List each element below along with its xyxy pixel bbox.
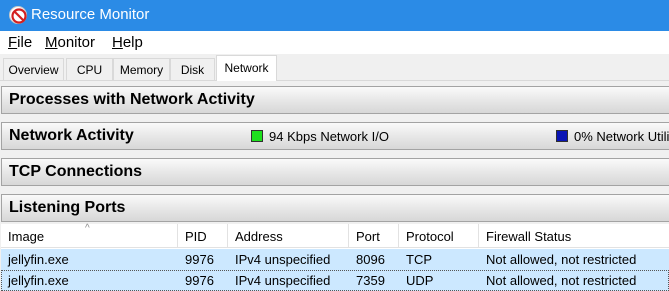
cell-port: 8096	[356, 252, 385, 267]
network-io-label: 94 Kbps Network I/O	[269, 129, 389, 144]
sort-ascending-icon: ^	[85, 223, 90, 234]
tab-disk[interactable]: Disk	[170, 58, 215, 80]
column-header-port[interactable]: Port	[349, 224, 399, 248]
cell-pid: 9976	[185, 252, 214, 267]
cell-address: IPv4 unspecified	[235, 252, 331, 267]
cell-firewall-status: Not allowed, not restricted	[486, 252, 637, 267]
cell-address: IPv4 unspecified	[235, 273, 331, 288]
menu-help[interactable]: Help	[112, 34, 143, 51]
cell-port: 7359	[356, 273, 385, 288]
title-bar: Resource Monitor	[0, 0, 669, 31]
menu-file[interactable]: File	[8, 34, 32, 51]
no-entry-icon[interactable]	[9, 6, 27, 24]
menu-help-label: elp	[122, 34, 143, 51]
column-header-image-label: Image	[8, 229, 45, 244]
cell-firewall-status: Not allowed, not restricted	[486, 273, 637, 288]
window-title: Resource Monitor	[31, 6, 150, 23]
section-processes-title: Processes with Network Activity	[9, 91, 255, 108]
tab-network[interactable]: Network	[216, 55, 277, 81]
column-header-address[interactable]: Address	[228, 224, 349, 248]
section-listening-title: Listening Ports	[9, 199, 126, 216]
cell-protocol: UDP	[406, 273, 434, 288]
column-header-pid[interactable]: PID	[178, 224, 228, 248]
menu-file-label: ile	[17, 34, 33, 51]
section-listening-header[interactable]: Listening Ports	[1, 194, 669, 222]
tab-cpu[interactable]: CPU	[66, 58, 113, 80]
cell-pid: 9976	[185, 273, 214, 288]
cell-image: jellyfin.exe	[8, 252, 69, 267]
menu-monitor-label: onitor	[57, 34, 96, 51]
menu-monitor[interactable]: Monitor	[45, 34, 95, 51]
table-row[interactable]: jellyfin.exe 9976 IPv4 unspecified 7359 …	[1, 270, 669, 291]
table-header: ^ Image PID Address Port Protocol Firewa…	[1, 223, 669, 248]
menu-help-accel: H	[112, 34, 123, 51]
menu-monitor-accel: M	[45, 34, 58, 51]
network-utilization-indicator	[556, 130, 568, 142]
table-row[interactable]: jellyfin.exe 9976 IPv4 unspecified 8096 …	[1, 249, 669, 270]
section-tcp-title: TCP Connections	[9, 163, 143, 180]
menu-file-accel: F	[8, 34, 18, 51]
cell-image: jellyfin.exe	[8, 273, 69, 288]
network-io-indicator	[251, 130, 263, 142]
section-tcp-header[interactable]: TCP Connections	[1, 158, 669, 186]
cell-protocol: TCP	[406, 252, 432, 267]
menu-bar: File Monitor Help	[0, 31, 669, 54]
network-utilization-label: 0% Network Utili	[574, 129, 669, 144]
tab-strip: Overview CPU Memory Disk Network	[0, 54, 669, 81]
column-header-image[interactable]: ^ Image	[1, 223, 178, 248]
tab-overview[interactable]: Overview	[3, 58, 64, 80]
section-network-activity-header[interactable]: Network Activity 94 Kbps Network I/O 0% …	[1, 122, 669, 150]
section-network-activity-title: Network Activity	[9, 127, 134, 144]
tab-memory[interactable]: Memory	[113, 58, 170, 80]
column-header-firewall-status[interactable]: Firewall Status	[479, 224, 669, 248]
listening-ports-table: ^ Image PID Address Port Protocol Firewa…	[1, 223, 669, 291]
section-processes-header[interactable]: Processes with Network Activity	[1, 86, 669, 114]
column-header-protocol[interactable]: Protocol	[399, 224, 479, 248]
